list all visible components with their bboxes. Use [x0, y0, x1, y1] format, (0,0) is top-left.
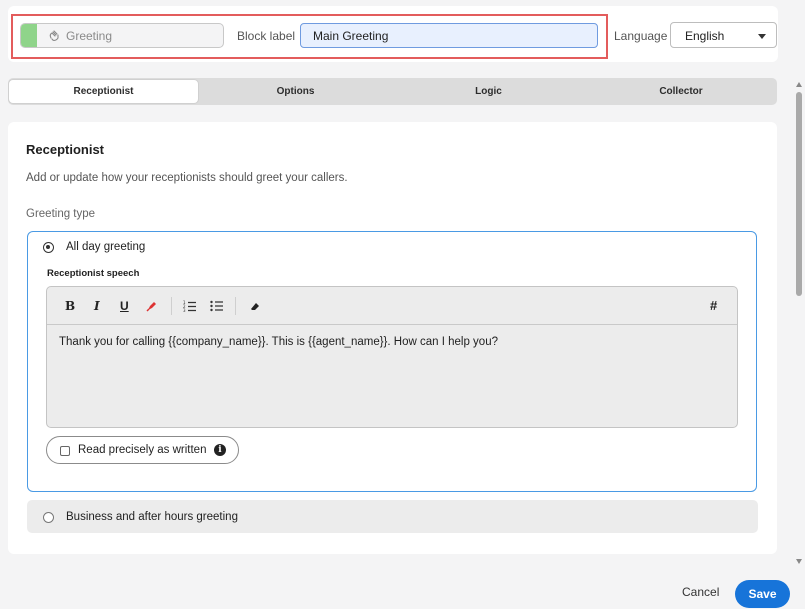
scroll-down-arrow[interactable] — [796, 559, 802, 564]
chevron-down-icon — [758, 34, 766, 39]
svg-text:3: 3 — [183, 308, 186, 313]
scroll-up-arrow[interactable] — [796, 82, 802, 87]
bullet-list-icon[interactable] — [210, 299, 224, 313]
tab-collector[interactable]: Collector — [585, 78, 777, 105]
greeting-type-label: Greeting type — [26, 208, 96, 220]
highlighter-icon[interactable] — [145, 299, 159, 313]
editor-toolbar: B I U 1 2 3 # — [47, 287, 737, 325]
italic-button[interactable]: I — [94, 299, 100, 313]
block-type-label: Greeting — [66, 29, 113, 43]
all-day-greeting-label[interactable]: All day greeting — [66, 241, 145, 253]
tab-logic[interactable]: Logic — [392, 78, 585, 105]
cancel-button[interactable]: Cancel — [682, 585, 719, 599]
scrollbar-thumb[interactable] — [796, 92, 802, 296]
read-precisely-checkbox[interactable] — [60, 446, 70, 456]
block-label-input[interactable]: Main Greeting — [300, 23, 598, 48]
read-precisely-toggle[interactable]: Read precisely as written i — [46, 436, 239, 464]
block-type-chip: Greeting — [20, 23, 224, 48]
toolbar-divider — [171, 297, 172, 315]
toolbar-divider — [235, 297, 236, 315]
speech-editor-content[interactable]: Thank you for calling {{company_name}}. … — [59, 336, 498, 348]
receptionist-speech-label: Receptionist speech — [47, 268, 140, 279]
section-title: Receptionist — [26, 142, 105, 157]
speech-editor: B I U 1 2 3 # Thank you for calling {{co… — [46, 286, 738, 428]
language-caption: Language — [614, 29, 668, 43]
business-hours-greeting-radio[interactable] — [43, 512, 54, 523]
ordered-list-icon[interactable]: 1 2 3 — [183, 299, 197, 313]
all-day-greeting-radio[interactable] — [43, 242, 54, 253]
business-hours-greeting-label[interactable]: Business and after hours greeting — [66, 511, 238, 523]
wave-hand-icon — [49, 30, 59, 41]
bold-button[interactable]: B — [65, 299, 75, 313]
read-precisely-label: Read precisely as written — [78, 444, 207, 456]
block-color-stripe — [21, 24, 37, 47]
tab-options[interactable]: Options — [199, 78, 392, 105]
eraser-icon[interactable] — [248, 299, 262, 313]
save-button[interactable]: Save — [735, 580, 790, 608]
section-description: Add or update how your receptionists sho… — [26, 172, 348, 184]
language-value: English — [685, 29, 725, 43]
language-select[interactable]: English — [670, 22, 777, 48]
tab-bar: Receptionist Options Logic Collector — [8, 78, 777, 105]
block-label-caption: Block label — [237, 29, 296, 43]
info-icon[interactable]: i — [214, 444, 226, 456]
hash-variable-button[interactable]: # — [710, 299, 717, 313]
underline-button[interactable]: U — [120, 299, 129, 313]
tab-receptionist[interactable]: Receptionist — [8, 79, 199, 104]
